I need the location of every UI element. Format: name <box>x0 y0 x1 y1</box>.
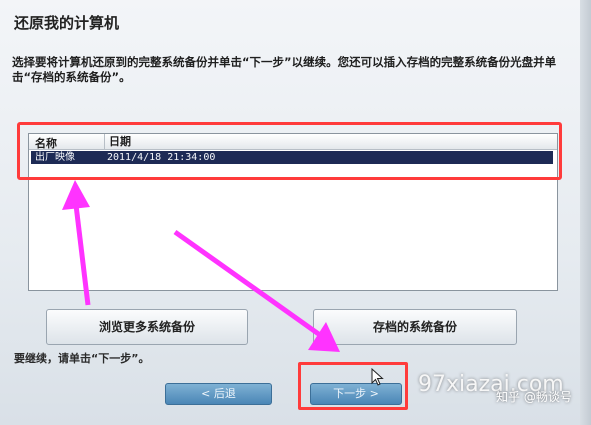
archived-backup-button[interactable]: 存档的系统备份 <box>313 309 517 345</box>
page-title: 还原我的计算机 <box>14 14 120 32</box>
back-button[interactable]: < 后退 <box>165 383 272 405</box>
browse-more-backups-button[interactable]: 浏览更多系统备份 <box>46 309 248 345</box>
annotation-highlight-next <box>298 362 408 410</box>
annotation-highlight-list <box>17 122 562 180</box>
mouse-cursor-icon <box>371 368 384 386</box>
instruction-text: 选择要将计算机还原到的完整系统备份并单击“下一步”以继续。您还可以插入存档的完整… <box>12 55 557 84</box>
continue-hint: 要继续，请单击“下一步”。 <box>14 352 150 365</box>
window-edge <box>580 0 591 425</box>
author-watermark: 知乎 @畅谈号 <box>496 390 572 404</box>
